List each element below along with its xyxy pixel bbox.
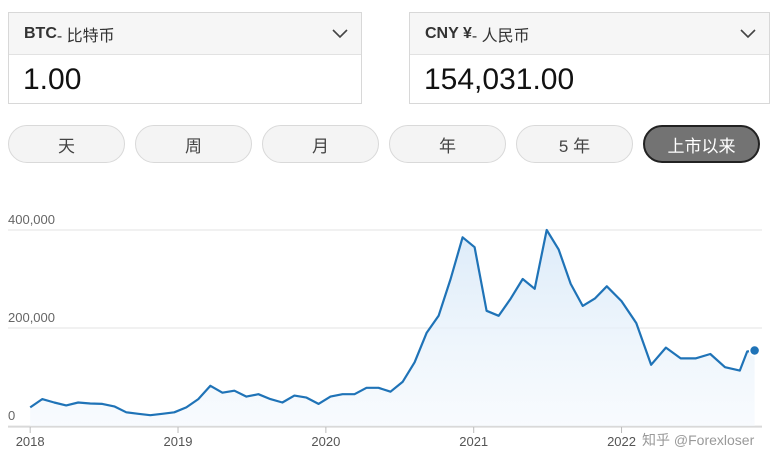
x-tick-label: 2019	[164, 434, 193, 449]
to-amount-input[interactable]: 154,031.00	[410, 55, 769, 105]
x-tick-label: 2022	[607, 434, 636, 449]
tab-year[interactable]: 年	[389, 125, 506, 163]
price-chart-svg: 0 200,000 400,000 2018 2019 2020 2021 2022	[8, 212, 762, 449]
tab-month[interactable]: 月	[262, 125, 379, 163]
from-currency-code: BTC	[24, 24, 57, 42]
x-tick-label: 2020	[311, 434, 340, 449]
currency-converter: BTC - 比特币 1.00 CNY ¥ - 人民币 154,031.00	[8, 12, 770, 106]
time-range-tabs: 天 周 月 年 5 年 上市以来	[8, 125, 770, 165]
x-tick-label: 2018	[16, 434, 45, 449]
y-tick-label: 0	[8, 408, 15, 423]
tab-day[interactable]: 天	[8, 125, 125, 163]
watermark: 知乎 @Forexloser	[642, 432, 755, 448]
from-amount-input[interactable]: 1.00	[9, 55, 361, 105]
last-price-point	[748, 344, 761, 357]
from-currency-select[interactable]: BTC - 比特币	[9, 13, 361, 55]
y-tick-label: 400,000	[8, 212, 55, 227]
price-chart: 0 200,000 400,000 2018 2019 2020 2021 2022	[0, 200, 771, 468]
from-currency-box: BTC - 比特币 1.00	[8, 12, 362, 104]
chevron-down-icon	[739, 25, 757, 43]
tab-since-listing[interactable]: 上市以来	[643, 125, 760, 163]
to-currency-name: - 人民币	[471, 27, 530, 45]
to-currency-select[interactable]: CNY ¥ - 人民币	[410, 13, 769, 55]
to-currency-box: CNY ¥ - 人民币 154,031.00	[409, 12, 770, 104]
x-tick-label: 2021	[459, 434, 488, 449]
chevron-down-icon	[331, 25, 349, 43]
y-tick-label: 200,000	[8, 310, 55, 325]
tab-week[interactable]: 周	[135, 125, 252, 163]
from-currency-name: - 比特币	[56, 27, 115, 45]
to-currency-code: CNY ¥	[425, 24, 472, 42]
tab-5-years[interactable]: 5 年	[516, 125, 633, 163]
